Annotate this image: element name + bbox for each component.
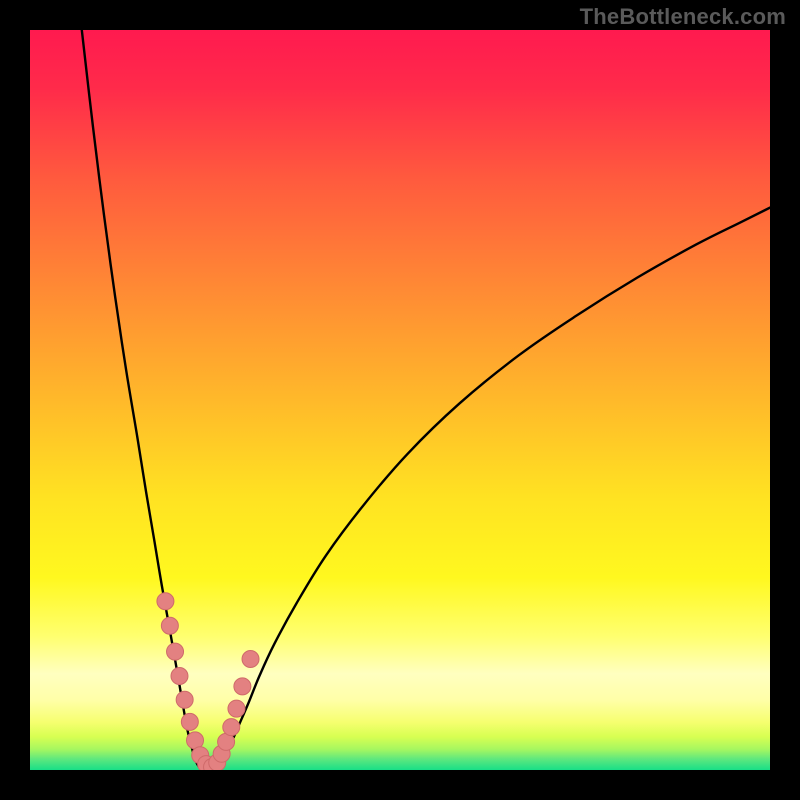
highlight-marker [171, 668, 188, 685]
highlight-marker [181, 713, 198, 730]
marker-layer [30, 30, 770, 770]
highlight-marker [161, 617, 178, 634]
highlight-marker [157, 593, 174, 610]
highlight-marker [167, 643, 184, 660]
highlight-marker [223, 719, 240, 736]
plot-area [30, 30, 770, 770]
highlight-marker [176, 691, 193, 708]
highlight-marker [242, 651, 259, 668]
watermark-text: TheBottleneck.com [580, 4, 786, 30]
highlight-marker [228, 700, 245, 717]
highlight-marker [234, 678, 251, 695]
chart-stage: TheBottleneck.com [0, 0, 800, 800]
